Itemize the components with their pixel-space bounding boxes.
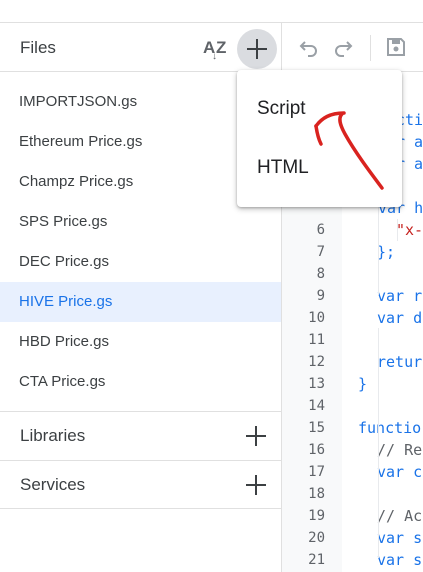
code-line: var c [377, 463, 423, 481]
indent-guide [378, 328, 379, 558]
services-section: Services [0, 460, 281, 509]
code-line: retur [377, 353, 423, 371]
add-library-icon[interactable] [245, 425, 267, 447]
code-line: } [358, 375, 368, 393]
line-number: 10 [308, 310, 325, 326]
libraries-section: Libraries [0, 411, 281, 460]
code-line: var d [377, 309, 423, 327]
line-number: 8 [316, 266, 325, 282]
editor-toolbar [282, 23, 423, 72]
code-line: var s [377, 551, 423, 569]
add-file-button[interactable] [237, 29, 277, 69]
line-number: 14 [308, 398, 325, 414]
line-number: 7 [316, 244, 325, 260]
files-header: Files A Z ↓ [0, 23, 281, 72]
line-number: 13 [308, 376, 325, 392]
file-item[interactable]: DEC Price.gs [0, 242, 281, 282]
line-number: 17 [308, 464, 325, 480]
libraries-label: Libraries [20, 426, 86, 445]
redo-icon[interactable] [333, 37, 353, 57]
apps-script-editor: Files A Z ↓ IMPORTJSON.gs Ethereum Price.gs… [0, 0, 423, 572]
line-number: 18 [308, 486, 325, 502]
az-sort-icon[interactable]: A Z ↓ [203, 36, 231, 62]
code-line: var s [377, 529, 423, 547]
code-line: }; [377, 243, 396, 261]
menu-item-script[interactable]: Script [257, 98, 306, 120]
code-line: var r [377, 287, 423, 305]
line-number: 20 [308, 530, 325, 546]
code-line: // Ac [377, 507, 423, 525]
line-number: 11 [308, 332, 325, 348]
file-item[interactable]: CTA Price.gs [0, 362, 281, 402]
line-number: 21 [308, 552, 325, 568]
line-number: 6 [316, 222, 325, 238]
code-line: functio [358, 419, 422, 437]
file-item[interactable]: HIVE Price.gs [0, 282, 281, 322]
line-number: 12 [308, 354, 325, 370]
line-number: 9 [316, 288, 325, 304]
save-icon[interactable] [386, 37, 406, 57]
plus-icon [247, 39, 267, 59]
add-service-icon[interactable] [245, 474, 267, 496]
code-line: // Re [377, 441, 423, 459]
toolbar-separator [370, 35, 371, 61]
services-label: Services [20, 475, 86, 494]
file-item[interactable]: HBD Price.gs [0, 322, 281, 362]
line-number: 16 [308, 442, 325, 458]
line-number: 19 [308, 508, 325, 524]
code-line: "x- [396, 221, 423, 239]
files-title: Files [20, 38, 56, 57]
red-arrow-annotation [314, 111, 384, 190]
file-item[interactable]: SPS Price.gs [0, 202, 281, 242]
line-number: 15 [308, 420, 325, 436]
indent-guide [397, 219, 398, 241]
undo-icon[interactable] [299, 37, 319, 57]
